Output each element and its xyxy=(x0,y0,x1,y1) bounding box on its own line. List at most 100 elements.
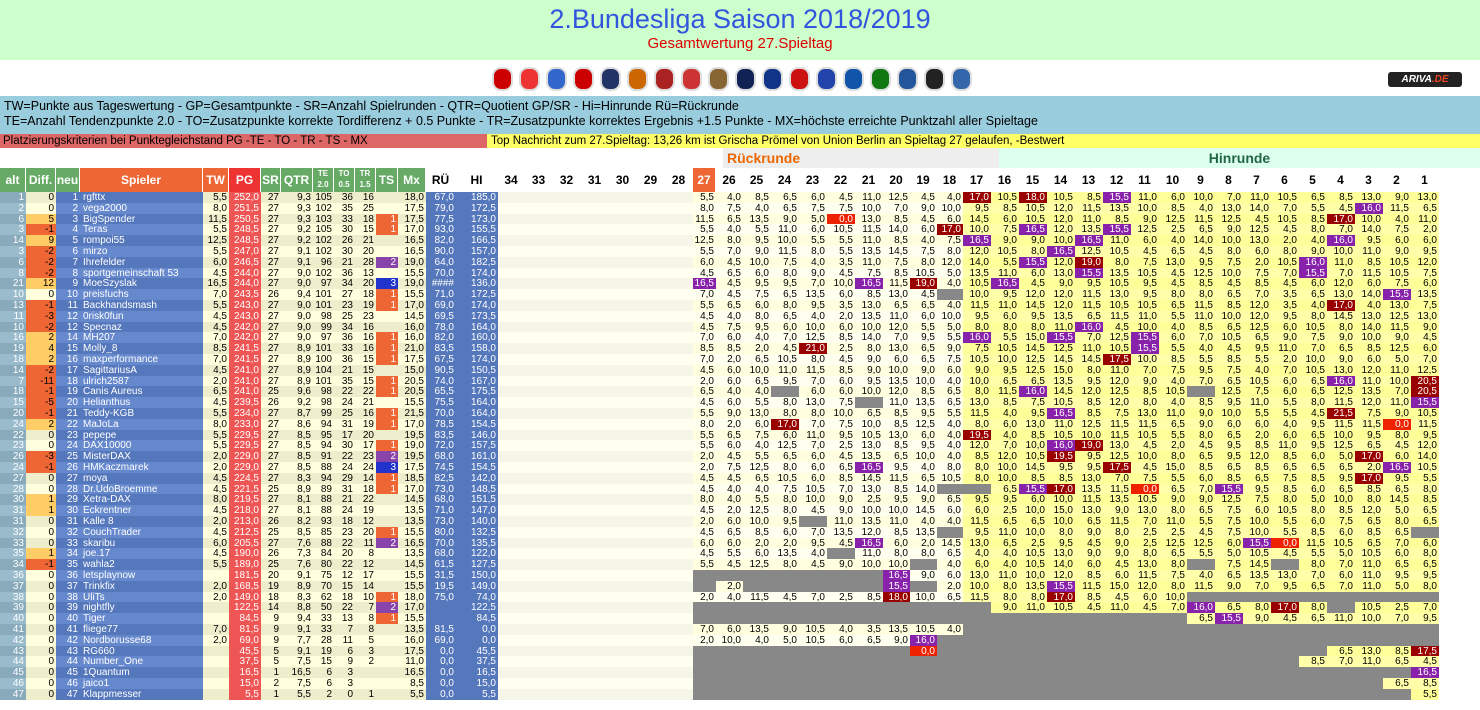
column-header-round-29[interactable]: 29 xyxy=(637,168,665,192)
table-row[interactable]: 31 1 30 Eckrentner 4,5 218,0 27 8,1 88 24 19 13,5 71… xyxy=(0,505,1480,517)
column-header-diff-[interactable]: Diff. xyxy=(26,168,56,192)
column-header-round-24[interactable]: 24 xyxy=(771,168,799,192)
table-row[interactable]: 40 0 40 Tiger 84,5 9 9,4 33 13 8 1 15,5 84,5 6,5 15,5 9… xyxy=(0,613,1480,625)
bielefeld-icon[interactable] xyxy=(600,67,621,91)
cell-player[interactable]: Xetra-DAX xyxy=(80,494,203,506)
cell-player[interactable]: sportgemeinschaft 53 xyxy=(80,267,203,279)
table-row[interactable]: 26 -3 25 MisterDAX 2,0 229,0 27 8,5 91 22 23 2 19,5 6… xyxy=(0,451,1480,463)
cell-player[interactable]: Helianthus xyxy=(80,397,203,409)
sandhausen-icon[interactable] xyxy=(924,67,945,91)
table-row[interactable]: 14 9 5 rompoi55 12,5 248,5 27 9,2 102 26 21 16,5 82,… xyxy=(0,235,1480,247)
column-header-neu[interactable]: neu xyxy=(56,168,80,192)
cell-player[interactable]: HMKaczmarek xyxy=(80,462,203,473)
table-row[interactable]: 23 0 24 DAX10000 5,5 229,5 27 8,5 94 30 17 1 19,0 72,… xyxy=(0,440,1480,452)
column-header-round-12[interactable]: 12 xyxy=(1103,168,1131,192)
cell-player[interactable]: MaJoLa xyxy=(80,418,203,430)
table-row[interactable]: 30 1 29 Xetra-DAX 8,0 219,5 27 8,1 88 21 22 14,5 68,… xyxy=(0,494,1480,506)
column-header-round-13[interactable]: 13 xyxy=(1075,168,1103,192)
table-row[interactable]: 41 0 41 fliege77 7,0 81,5 9 9,1 33 7 8 13,5 81,5 0,0 7… xyxy=(0,624,1480,635)
column-header-round-7[interactable]: 7 xyxy=(1243,168,1271,192)
column-header-round-28[interactable]: 28 xyxy=(665,168,693,192)
table-row[interactable]: 3 -1 4 Teras 5,5 248,5 27 9,2 105 30 15 1 17,0 93,0 15… xyxy=(0,224,1480,236)
cell-player[interactable]: ulrich2587 xyxy=(80,375,203,387)
fc-heidenheim-icon[interactable] xyxy=(492,67,513,91)
cell-player[interactable]: rompoi55 xyxy=(80,235,203,247)
table-row[interactable]: 11 -3 12 0risk0fun 4,5 243,0 27 9,0 98 25 23 14,5 69… xyxy=(0,310,1480,322)
table-row[interactable]: 6 5 3 BigSpender 11,5 250,5 27 9,3 103 33 18 1 17,5 7… xyxy=(0,213,1480,225)
cell-player[interactable]: BigSpender xyxy=(80,213,203,225)
table-row[interactable]: 31 0 31 Kalle 8 2,0 213,0 26 8,2 93 18 12 13,5 73,0 1… xyxy=(0,516,1480,527)
table-row[interactable]: 34 -1 35 wahla2 5,5 189,0 25 7,6 80 22 12 14,5 61,5 1… xyxy=(0,559,1480,571)
column-header-sr[interactable]: SR xyxy=(261,168,281,192)
cell-player[interactable]: Trinkfix xyxy=(80,580,203,592)
column-header-alt[interactable]: alt xyxy=(0,168,26,192)
aue-icon[interactable] xyxy=(654,67,675,91)
column-header-round-26[interactable]: 26 xyxy=(716,168,743,192)
column-header-round-30[interactable]: 30 xyxy=(609,168,637,192)
column-header-round-32[interactable]: 32 xyxy=(553,168,581,192)
column-header-round-3[interactable]: 3 xyxy=(1355,168,1383,192)
column-header-pg[interactable]: PG xyxy=(229,168,261,192)
cell-player[interactable]: Teddy-KGB xyxy=(80,408,203,419)
column-header-mx[interactable]: Mx xyxy=(398,168,426,192)
cell-player[interactable]: vega2000 xyxy=(80,202,203,214)
paderborn-icon[interactable] xyxy=(843,67,864,91)
table-row[interactable]: 14 -2 17 SagittariusA 4,5 241,0 27 8,9 104 21 15 15… xyxy=(0,364,1480,376)
ariva-logo[interactable]: ARIVA.DE xyxy=(1388,72,1462,87)
cell-player[interactable]: MisterDAX xyxy=(80,451,203,463)
duisburg-icon[interactable] xyxy=(897,67,918,91)
cell-player[interactable]: preisfuchs xyxy=(80,289,203,301)
magdeburg-icon[interactable] xyxy=(546,67,567,91)
column-header-round-8[interactable]: 8 xyxy=(1215,168,1243,192)
table-row[interactable]: 15 -5 20 Helianthus 4,5 239,5 26 9,2 98 24 21 15,5 7… xyxy=(0,397,1480,409)
cell-player[interactable]: rgfttx xyxy=(80,192,203,203)
cell-player[interactable]: Backhandsmash xyxy=(80,300,203,311)
table-row[interactable]: 37 0 37 Trinkfix 2,0 168,5 19 8,9 70 15 14 15,5 19,5… xyxy=(0,580,1480,592)
cell-player[interactable]: Kalle 8 xyxy=(80,516,203,527)
table-row[interactable]: 6 -2 7 Ihrefelder 6,0 246,5 27 9,1 96 21 28 2 19,0 64… xyxy=(0,256,1480,268)
column-header-ts[interactable]: TS xyxy=(376,168,398,192)
cell-player[interactable]: Nordborusse68 xyxy=(80,634,203,646)
cell-player[interactable]: fliege77 xyxy=(80,624,203,635)
column-header-round-18[interactable]: 18 xyxy=(937,168,963,192)
table-row[interactable]: 21 12 9 MoeSzyslak 16,5 244,0 27 9,0 97 34 20 3 19,0… xyxy=(0,278,1480,290)
table-row[interactable]: 27 0 27 moya 4,5 224,5 27 8,3 94 29 14 1 18,5 82,5 142… xyxy=(0,472,1480,484)
cell-player[interactable]: Specnaz xyxy=(80,321,203,333)
hsv-icon[interactable] xyxy=(735,67,756,91)
column-header-qtr[interactable]: QTR xyxy=(281,168,313,192)
cell-player[interactable]: nightfly xyxy=(80,602,203,614)
cell-player[interactable]: UliTs xyxy=(80,591,203,603)
column-header-round-15[interactable]: 15 xyxy=(1019,168,1047,192)
bochum-icon[interactable] xyxy=(951,67,972,91)
column-header-round-10[interactable]: 10 xyxy=(1159,168,1187,192)
st-pauli-icon[interactable] xyxy=(708,67,729,91)
cell-player[interactable]: moya xyxy=(80,472,203,484)
column-header-round-23[interactable]: 23 xyxy=(799,168,827,192)
table-row[interactable]: 1 0 1 rgfttx 5,5 252,0 27 9,3 105 36 16 18,0 67,0 185… xyxy=(0,192,1480,203)
table-row[interactable]: 47 0 47 Klappmesser 5,5 1 5,5 2 0 1 5,5 0,0 5,5 5,5 xyxy=(0,688,1480,700)
cell-player[interactable]: Klappmesser xyxy=(80,688,203,700)
column-header-round-20[interactable]: 20 xyxy=(883,168,910,192)
column-header-round-9[interactable]: 9 xyxy=(1187,168,1215,192)
column-header-spieler[interactable]: Spieler xyxy=(80,168,203,192)
column-header-round-2[interactable]: 2 xyxy=(1383,168,1411,192)
table-row[interactable]: 22 0 23 pepepe 5,5 229,5 27 8,5 95 17 20 19,5 83,5 14… xyxy=(0,429,1480,441)
column-header-round-6[interactable]: 6 xyxy=(1271,168,1299,192)
cell-player[interactable]: Ihrefelder xyxy=(80,256,203,268)
table-row[interactable]: 16 2 14 MH207 7,0 242,0 27 9,0 97 36 16 1 16,0 82,0 16… xyxy=(0,332,1480,344)
table-row[interactable]: 46 0 46 jaico1 15,0 2 7,5 6 3 8,5 0,0 15,0 6,5 8,5 xyxy=(0,678,1480,689)
cell-player[interactable]: CouchTrader xyxy=(80,526,203,538)
ingolstadt-icon[interactable] xyxy=(681,67,702,91)
cell-player[interactable]: SagittariusA xyxy=(80,364,203,376)
column-header-round-17[interactable]: 17 xyxy=(963,168,991,192)
table-row[interactable]: 44 0 44 Number_One 37,5 5 7,5 15 9 2 11,0 0,0 37,5 8,… xyxy=(0,656,1480,668)
cell-player[interactable]: mirzo xyxy=(80,246,203,257)
dresden-icon[interactable] xyxy=(627,67,648,91)
table-row[interactable]: 19 4 15 Molly_8 8,5 241,5 27 8,9 101 33 16 1 21,0 83,… xyxy=(0,343,1480,355)
table-row[interactable]: 42 0 42 Nordborusse68 2,0 69,0 9 7,7 28 11 5 16,0 69… xyxy=(0,634,1480,646)
cell-player[interactable]: Tiger xyxy=(80,613,203,625)
table-row[interactable]: 18 -1 19 Canis Aureus 6,5 241,0 25 9,6 98 22 22 1 20… xyxy=(0,386,1480,398)
table-row[interactable]: 2 0 2 vega2000 8,0 251,5 27 9,3 102 35 25 17,5 79,0 1… xyxy=(0,202,1480,214)
table-row[interactable]: 24 -1 26 HMKaczmarek 2,0 229,0 27 8,5 88 24 24 3 17,… xyxy=(0,462,1480,473)
table-row[interactable]: 3 -2 6 mirzo 5,5 247,0 27 9,1 102 30 20 16,5 90,0 157… xyxy=(0,246,1480,257)
